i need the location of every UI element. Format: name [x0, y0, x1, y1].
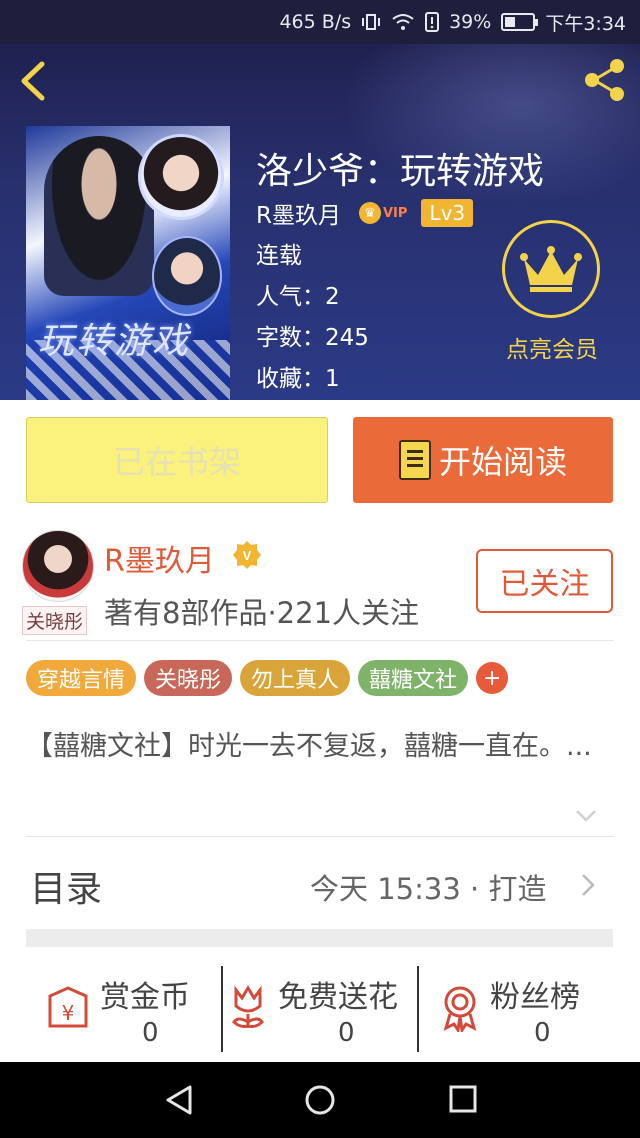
tag-chip[interactable]: 勿上真人 [240, 660, 351, 696]
cover-portrait [44, 136, 154, 296]
status-bar: 465 B/s 39% 下午3:34 [0, 0, 640, 44]
author-avatar[interactable] [22, 530, 94, 602]
vibrate-icon [362, 14, 381, 30]
medal-icon [443, 986, 477, 1032]
recents-nav-button[interactable] [448, 1084, 478, 1114]
divider [26, 836, 614, 837]
toc-update-time: 今天 15:33 · 打造 [310, 872, 547, 906]
chevron-right-icon [582, 874, 595, 896]
tag-chip[interactable]: 关晓彤 [144, 660, 233, 696]
avatar-tag: 关晓彤 [22, 606, 88, 635]
vip-badge: ♛ VIP [358, 202, 407, 224]
navigation-bar [0, 1062, 640, 1138]
start-reading-button[interactable]: 开始阅读 [353, 417, 613, 503]
share-button[interactable] [580, 56, 628, 104]
word-count: 字数：245 [256, 325, 369, 351]
fan-ranking-button[interactable]: 粉丝榜 0 [420, 962, 620, 1054]
popularity: 人气：2 [256, 284, 340, 310]
tag-chip[interactable]: 穿越言情 [26, 660, 137, 696]
verified-icon: V [233, 541, 261, 569]
follow-button[interactable]: 已关注 [476, 549, 613, 613]
flower-icon [232, 985, 264, 1028]
book-header: 玩转游戏 洛少爷：玩转游戏 R墨玖月 ♛ VIP Lv3 连载 人气：2 字数：… [0, 44, 640, 400]
in-bookshelf-button[interactable]: 已在书架 [26, 417, 328, 503]
net-speed: 465 B/s [279, 11, 352, 33]
serial-status: 连载 [256, 243, 302, 269]
level-badge: Lv3 [421, 199, 474, 227]
favorites-count: 收藏：1 [256, 366, 340, 392]
toc-title: 目录 [30, 869, 103, 910]
author-line: R墨玖月 ♛ VIP Lv3 [256, 196, 474, 230]
cover-portrait [138, 134, 224, 220]
divider [26, 640, 614, 641]
author-name[interactable]: R墨玖月 [104, 536, 215, 580]
coin-envelope-icon: ¥ [48, 986, 88, 1028]
back-nav-button[interactable] [164, 1084, 194, 1116]
activate-membership-button[interactable]: 点亮会员 [494, 220, 610, 370]
add-tag-button[interactable]: + [476, 662, 509, 694]
crown-circle [502, 220, 600, 318]
svg-text:V: V [243, 548, 252, 563]
send-flowers-button[interactable]: 免费送花 0 [224, 962, 416, 1054]
reward-coins-button[interactable]: ¥ 赏金币 0 [40, 962, 220, 1054]
home-nav-button[interactable] [304, 1084, 336, 1116]
battery-icon [501, 13, 539, 31]
cover-title-art: 玩转游戏 [38, 321, 191, 362]
book-title: 洛少爷：玩转游戏 [256, 151, 545, 192]
divider [221, 966, 223, 1052]
membership-label: 点亮会员 [506, 337, 598, 363]
synopsis[interactable]: 【囍糖文社】时光一去不复返，囍糖一直在。... [26, 726, 616, 768]
cover-portrait [152, 236, 222, 316]
wifi-icon [392, 14, 414, 30]
book-cover[interactable]: 玩转游戏 [26, 126, 230, 400]
section-separator [26, 929, 613, 947]
battery-percent: 39% [449, 11, 492, 33]
chevron-left-icon [21, 61, 45, 101]
crown-icon [520, 246, 582, 292]
alert-icon [425, 12, 440, 32]
tag-list: 穿越言情 关晓彤 勿上真人 囍糖文社 + [26, 660, 509, 696]
crown-icon: ♛ [358, 202, 381, 224]
author-meta: 著有8部作品·221人关注 [104, 596, 420, 630]
tag-chip[interactable]: 囍糖文社 [358, 660, 469, 696]
author-name-link[interactable]: R墨玖月 [256, 196, 341, 230]
start-reading-label: 开始阅读 [438, 443, 567, 481]
chevron-down-icon[interactable] [574, 808, 598, 824]
svg-text:¥: ¥ [62, 1001, 75, 1025]
back-button[interactable] [16, 58, 52, 104]
clock: 下午3:34 [545, 12, 626, 35]
share-icon [585, 59, 624, 101]
book-icon [398, 440, 431, 480]
divider [417, 966, 419, 1052]
